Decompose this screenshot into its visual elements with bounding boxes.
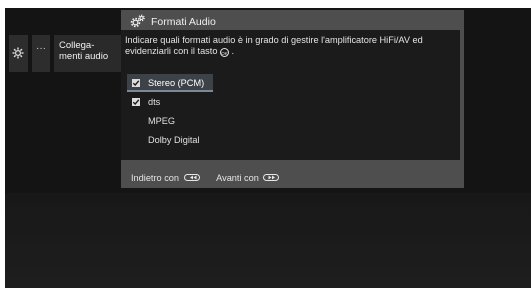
audio-connections-menu-tile[interactable]: Collega- menti audio xyxy=(54,35,122,72)
audio-connections-label: Collega- menti audio xyxy=(59,40,109,62)
checkbox-checked-icon[interactable] xyxy=(132,98,140,106)
ok-button-icon: OK xyxy=(220,48,229,57)
dialog-body: Indicare quali formati audio è in grado … xyxy=(121,30,460,160)
forward-label: Avanti con xyxy=(216,173,259,183)
dialog-footer: Indietro con Avanti con xyxy=(131,173,293,183)
more-menu-tile[interactable]: ··· xyxy=(32,35,50,72)
description-text: Indicare quali formati audio è in grado … xyxy=(125,35,423,56)
option-label: Dolby Digital xyxy=(148,135,200,145)
option-label: Stereo (PCM) xyxy=(148,78,205,88)
option-label: MPEG xyxy=(148,116,176,126)
option-dolby-digital[interactable]: Dolby Digital xyxy=(127,131,213,149)
back-label: Indietro con xyxy=(131,173,180,183)
audio-format-list: Stereo (PCM) dts MPEG Dolby Digital xyxy=(127,74,213,150)
option-stereo-pcm[interactable]: Stereo (PCM) xyxy=(127,74,213,92)
dialog-description: Indicare quali formati audio è in grado … xyxy=(125,35,455,57)
rewind-button-icon xyxy=(183,174,200,181)
more-label: ··· xyxy=(36,43,46,54)
back-hint[interactable]: Indietro con xyxy=(131,173,200,183)
tv-screen: ··· Collega- menti audio Formati Audio I… xyxy=(5,8,531,288)
gear-icon xyxy=(12,47,24,59)
forward-hint[interactable]: Avanti con xyxy=(216,173,280,183)
settings-menu-tile[interactable] xyxy=(9,35,28,72)
dialog-title: Formati Audio xyxy=(151,16,216,28)
settings-gears-icon xyxy=(130,14,145,28)
fast-forward-button-icon xyxy=(263,174,280,181)
description-end: . xyxy=(229,46,235,56)
background-shade xyxy=(5,193,531,288)
option-mpeg[interactable]: MPEG xyxy=(127,112,213,130)
checkbox-checked-icon[interactable] xyxy=(132,79,140,87)
option-label: dts xyxy=(148,97,161,107)
option-dts[interactable]: dts xyxy=(127,93,213,111)
audio-formats-dialog: Formati Audio Indicare quali formati aud… xyxy=(121,10,464,188)
